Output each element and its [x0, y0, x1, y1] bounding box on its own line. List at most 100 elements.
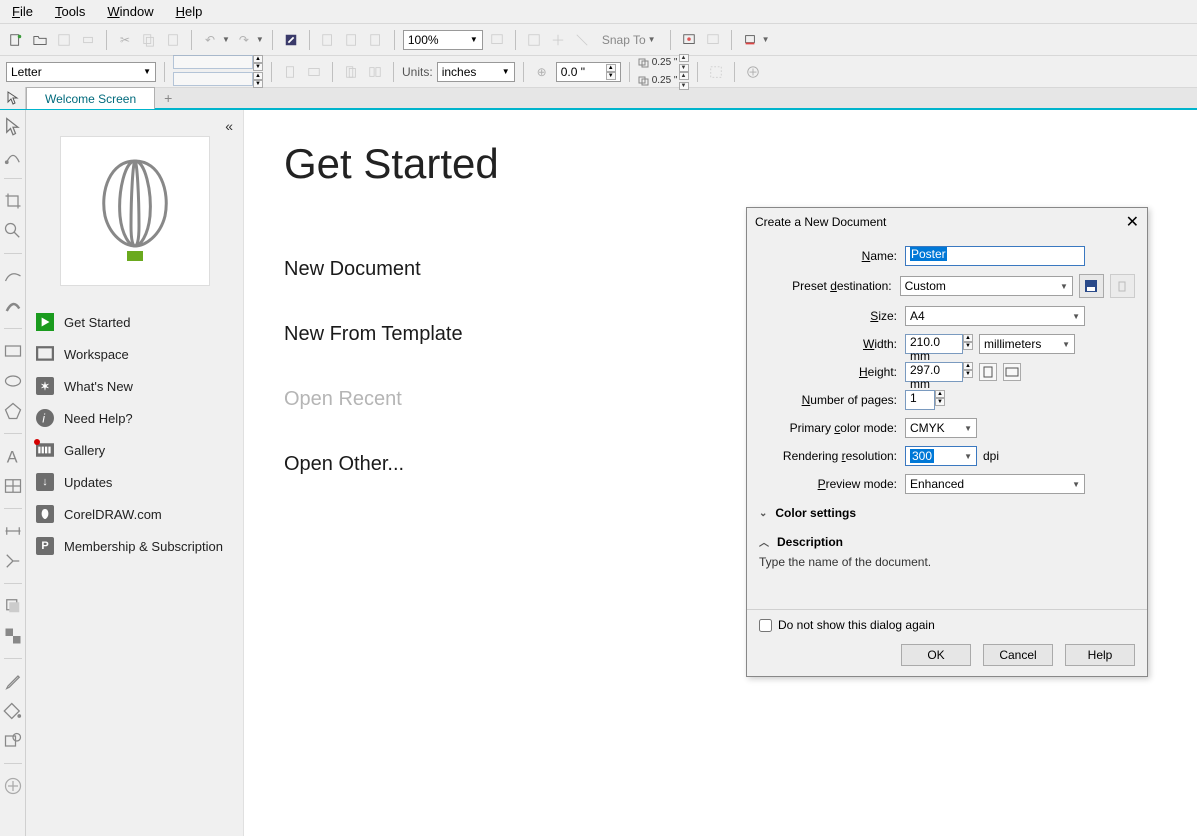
ok-button[interactable]: OK [901, 644, 971, 666]
paste-icon[interactable] [163, 30, 183, 50]
duplicate-distance[interactable]: 0.25 "▲▼ 0.25 "▲▼ [638, 54, 690, 90]
menu-tools[interactable]: Tools [53, 2, 87, 21]
sidebar-item-get-started[interactable]: Get Started [26, 306, 243, 338]
fullscreen-icon[interactable] [487, 30, 507, 50]
preview-select[interactable]: Enhanced▼ [905, 474, 1085, 494]
pages-input[interactable]: 1▲▼ [905, 390, 945, 410]
add-tab-icon[interactable]: + [157, 88, 179, 108]
nudge-distance[interactable]: 0.0 "▲▼ [556, 62, 621, 82]
polygon-tool-icon[interactable] [3, 401, 23, 421]
sidebar-item-coreldraw-com[interactable]: CorelDRAW.com [26, 498, 243, 530]
chevron-down-icon: ⌄ [759, 508, 767, 519]
sidebar-item-gallery[interactable]: Gallery [26, 434, 243, 466]
resolution-value: 300 [910, 449, 934, 463]
page-size-combo[interactable]: Letter▼ [6, 62, 156, 82]
smart-fill-icon[interactable] [3, 731, 23, 751]
sidebar-item-need-help[interactable]: i Need Help? [26, 402, 243, 434]
connector-tool-icon[interactable] [3, 551, 23, 571]
landscape-icon[interactable] [304, 62, 324, 82]
save-preset-icon[interactable] [1079, 274, 1104, 298]
close-icon[interactable]: ✕ [1126, 212, 1139, 232]
artistic-media-icon[interactable] [3, 296, 23, 316]
portrait-icon[interactable] [280, 62, 300, 82]
current-page-icon[interactable] [341, 62, 361, 82]
open-icon[interactable] [30, 30, 50, 50]
import-icon[interactable] [318, 30, 338, 50]
menu-file[interactable]: File [10, 2, 35, 21]
tab-welcome-screen[interactable]: Welcome Screen [26, 87, 155, 109]
dont-show-checkbox[interactable] [759, 619, 772, 632]
app-launcher-icon[interactable] [740, 30, 760, 50]
save-icon[interactable] [54, 30, 74, 50]
collapse-sidebar-icon[interactable]: « [225, 118, 233, 134]
size-select[interactable]: A4▼ [905, 306, 1085, 326]
width-unit-value: millimeters [984, 337, 1041, 351]
width-input[interactable]: 210.0 mm▲▼ [905, 334, 973, 354]
help-button[interactable]: Help [1065, 644, 1135, 666]
width-unit-select[interactable]: millimeters▼ [979, 334, 1075, 354]
shape-tool-icon[interactable] [3, 146, 23, 166]
sidebar-item-membership[interactable]: P Membership & Subscription [26, 530, 243, 562]
resolution-select[interactable]: 300▼ [905, 446, 977, 466]
label-size: Size: [759, 309, 905, 323]
zoom-level-combo[interactable]: 100%▼ [403, 30, 483, 50]
dimension-tool-icon[interactable] [3, 521, 23, 541]
drop-shadow-icon[interactable] [3, 596, 23, 616]
preset-select[interactable]: Custom▼ [900, 276, 1073, 296]
undo-icon[interactable]: ↶ [200, 30, 220, 50]
snap-to-menu[interactable]: Snap To▼ [596, 33, 662, 47]
crop-tool-icon[interactable] [3, 191, 23, 211]
sidebar-item-updates[interactable]: ↓ Updates [26, 466, 243, 498]
units-label: Units: [402, 65, 433, 79]
units-value: inches [442, 65, 477, 79]
height-input[interactable]: 297.0 mm▲▼ [905, 362, 973, 382]
snap-to-label: Snap To [602, 33, 646, 47]
size-value: A4 [910, 309, 925, 323]
dialog-footer-check: Do not show this dialog again [747, 609, 1147, 640]
text-tool-icon[interactable]: A [3, 446, 23, 466]
pick-tool-icon[interactable] [3, 116, 23, 136]
transparency-tool-icon[interactable] [3, 626, 23, 646]
quick-customize-icon[interactable] [743, 62, 763, 82]
launch-icon[interactable] [703, 30, 723, 50]
color-mode-select[interactable]: CMYK▼ [905, 418, 977, 438]
publish-pdf-icon[interactable] [366, 30, 386, 50]
freehand-tool-icon[interactable] [3, 266, 23, 286]
treat-as-filled-icon[interactable] [706, 62, 726, 82]
pick-tool-icon[interactable] [0, 87, 26, 109]
all-pages-icon[interactable] [365, 62, 385, 82]
guides-icon[interactable] [548, 30, 568, 50]
menu-window[interactable]: Window [105, 2, 155, 21]
zoom-tool-icon[interactable] [3, 221, 23, 241]
section-description[interactable]: ︿Description [759, 530, 1135, 553]
search-content-icon[interactable] [281, 30, 301, 50]
table-tool-icon[interactable] [3, 476, 23, 496]
sidebar-item-whats-new[interactable]: ✶ What's New [26, 370, 243, 402]
align-icon[interactable] [524, 30, 544, 50]
sidebar-item-workspace[interactable]: Workspace [26, 338, 243, 370]
dynamic-guides-icon[interactable] [572, 30, 592, 50]
new-doc-icon[interactable] [6, 30, 26, 50]
landscape-orientation-icon[interactable] [1003, 363, 1021, 381]
cancel-button[interactable]: Cancel [983, 644, 1053, 666]
quick-customize-toolbox-icon[interactable] [3, 776, 23, 796]
redo-icon[interactable]: ↷ [234, 30, 254, 50]
sidebar-item-label: CorelDRAW.com [64, 507, 162, 522]
units-combo[interactable]: inches▼ [437, 62, 515, 82]
name-input[interactable]: Poster [905, 246, 1085, 266]
ellipse-tool-icon[interactable] [3, 371, 23, 391]
label-height: Height: [759, 365, 905, 379]
delete-preset-icon[interactable] [1110, 274, 1135, 298]
portrait-orientation-icon[interactable] [979, 363, 997, 381]
export-icon[interactable] [342, 30, 362, 50]
rectangle-tool-icon[interactable] [3, 341, 23, 361]
copy-icon[interactable] [139, 30, 159, 50]
cut-icon[interactable]: ✂ [115, 30, 135, 50]
section-color-settings[interactable]: ⌄Color settings [759, 502, 1135, 524]
eyedropper-icon[interactable] [3, 671, 23, 691]
nudge-icon[interactable]: ⊕ [532, 62, 552, 82]
options-icon[interactable] [679, 30, 699, 50]
print-icon[interactable] [78, 30, 98, 50]
fill-tool-icon[interactable] [3, 701, 23, 721]
menu-help[interactable]: Help [174, 2, 205, 21]
